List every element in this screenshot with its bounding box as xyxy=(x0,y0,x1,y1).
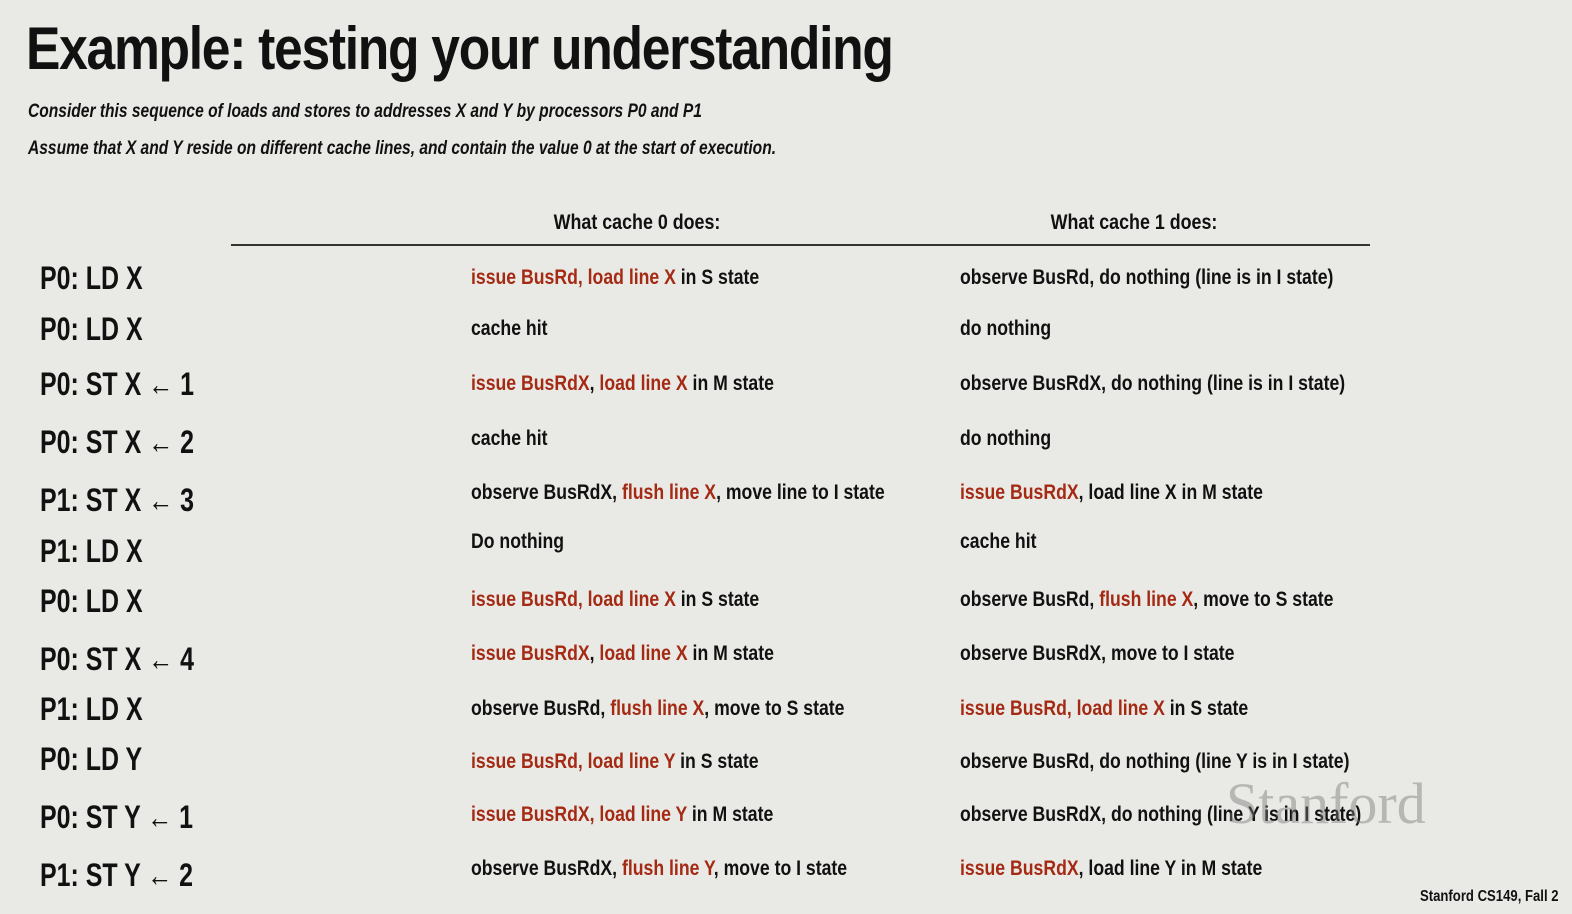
text-segment: Do nothing xyxy=(471,530,565,553)
cache0-action: cache hit xyxy=(471,317,547,341)
text-segment: in S state xyxy=(1164,697,1249,720)
cache1-column-header: What cache 1 does: xyxy=(1050,211,1218,234)
operation-label: P0: LD X xyxy=(40,583,143,619)
highlighted-text: load line X xyxy=(599,642,688,665)
highlighted-text: issue BusRdX xyxy=(960,857,1079,880)
cache0-action: observe BusRdX, flush line Y, move to I … xyxy=(471,857,847,881)
cache0-action: issue BusRd, load line Y in S state xyxy=(471,750,759,774)
text-segment: observe BusRdX, xyxy=(471,481,622,504)
cache1-action: observe BusRdX, move to I state xyxy=(960,642,1234,666)
header-divider xyxy=(231,244,1370,246)
text-segment: observe BusRd, do nothing (line is in I … xyxy=(960,266,1334,289)
text-segment: do nothing xyxy=(960,317,1052,340)
text-segment: observe BusRdX, do nothing (line is in I… xyxy=(960,372,1346,395)
operation-label: P0: ST Y ← 1 xyxy=(40,799,194,835)
cache0-column-header: What cache 0 does: xyxy=(553,211,721,234)
text-segment: observe BusRdX, move to I state xyxy=(960,642,1235,665)
text-segment: in S state xyxy=(675,588,760,611)
table-row: P1: ST X ← 3 observe BusRdX, flush line X… xyxy=(0,481,1572,522)
text-segment: in M state xyxy=(686,803,774,826)
table-row: P0: LD X issue BusRd, load line X in S st… xyxy=(0,583,1572,623)
operation-label: P0: LD X xyxy=(40,260,143,296)
cache1-action: issue BusRdX, load line X in M state xyxy=(960,481,1263,505)
cache0-action: observe BusRdX, flush line X, move line … xyxy=(471,481,885,505)
table-row: P1: LD X observe BusRd, flush line X, mov… xyxy=(0,691,1572,731)
text-segment: in M state xyxy=(687,642,774,665)
cache0-action: issue BusRdX, load line X in M state xyxy=(471,642,774,666)
table-row: P0: LD X cache hit do nothing xyxy=(0,311,1572,351)
table-row: P1: LD X Do nothing cache hit xyxy=(0,530,1572,573)
operation-label: P0: ST X ← 4 xyxy=(40,641,194,677)
highlighted-text: issue BusRd, load line Y xyxy=(471,750,676,773)
cache0-action: issue BusRd, load line X in S state xyxy=(471,588,759,612)
text-segment: cache hit xyxy=(960,530,1037,553)
text-segment: , xyxy=(589,372,600,395)
slide-title: Example: testing your understanding xyxy=(26,15,894,82)
operation-label: P0: ST X ← 2 xyxy=(40,424,194,460)
highlighted-text: issue BusRdX xyxy=(960,481,1079,504)
highlighted-text: flush line X xyxy=(621,481,717,504)
table-row: P0: ST X ← 2 cache hit do nothing xyxy=(0,424,1572,464)
text-segment: do nothing xyxy=(960,427,1052,450)
operation-label: P1: ST X ← 3 xyxy=(40,482,194,518)
text-segment: cache hit xyxy=(471,427,548,450)
cache1-action: do nothing xyxy=(960,427,1051,451)
highlighted-text: issue BusRdX xyxy=(471,372,590,395)
cache0-action: Do nothing xyxy=(471,530,564,554)
text-segment: cache hit xyxy=(471,317,548,340)
cache0-action: cache hit xyxy=(471,427,547,451)
highlighted-text: flush line Y xyxy=(621,857,714,880)
cache1-action: do nothing xyxy=(960,317,1051,341)
text-segment: observe BusRd, xyxy=(471,697,611,720)
text-segment: , load line X in M state xyxy=(1078,481,1263,504)
text-segment: in S state xyxy=(675,750,759,773)
cache1-action: issue BusRd, load line X in S state xyxy=(960,697,1248,721)
subtitle-line-1: Consider this sequence of loads and stor… xyxy=(28,101,702,122)
highlighted-text: issue BusRdX, load line Y xyxy=(471,803,687,826)
operation-label: P1: LD X xyxy=(40,533,143,569)
text-segment: , move to I state xyxy=(713,857,848,880)
operation-label: P0: LD Y xyxy=(40,741,143,777)
text-segment: , xyxy=(589,642,600,665)
cache1-action: issue BusRdX, load line Y in M state xyxy=(960,857,1262,881)
cache1-action: observe BusRd, do nothing (line is in I … xyxy=(960,266,1333,290)
text-segment: in S state xyxy=(675,266,760,289)
cache0-action: issue BusRdX, load line X in M state xyxy=(471,372,774,396)
operation-label: P1: ST Y ← 2 xyxy=(40,857,194,893)
cache0-action: observe BusRd, flush line X, move to S s… xyxy=(471,697,844,721)
cache1-action: observe BusRd, flush line X, move to S s… xyxy=(960,588,1333,612)
cache1-action: observe BusRdX, do nothing (line is in I… xyxy=(960,372,1345,396)
highlighted-text: flush line X xyxy=(1099,588,1194,611)
operation-label: P0: LD X xyxy=(40,311,143,347)
footer-course-label: Stanford CS149, Fall 2 xyxy=(1420,888,1559,905)
table-row: P1: ST Y ← 2 observe BusRdX, flush line Y… xyxy=(0,857,1572,897)
text-segment: observe BusRdX, xyxy=(471,857,622,880)
text-segment: , move to S state xyxy=(704,697,845,720)
text-segment: observe BusRd, xyxy=(960,588,1100,611)
text-segment: , move line to I state xyxy=(716,481,885,504)
table-row: P0: ST X ← 4 issue BusRdX, load line X in… xyxy=(0,641,1572,681)
cache1-action: cache hit xyxy=(960,530,1036,554)
operation-label: P0: ST X ← 1 xyxy=(40,366,194,402)
text-segment: in M state xyxy=(687,372,774,395)
text-segment: , load line Y in M state xyxy=(1078,857,1263,880)
stanford-logo-watermark: Stanford xyxy=(1226,771,1426,836)
operation-label: P1: LD X xyxy=(40,691,143,727)
cache0-action: issue BusRd, load line X in S state xyxy=(471,266,759,290)
highlighted-text: issue BusRd, load line X xyxy=(960,697,1165,720)
text-segment: , move to S state xyxy=(1193,588,1334,611)
table-row: P0: LD X issue BusRd, load line X in S st… xyxy=(0,260,1572,300)
subtitle-line-2: Assume that X and Y reside on different … xyxy=(28,138,777,159)
table-row: P0: ST X ← 1 issue BusRdX, load line X in… xyxy=(0,366,1572,406)
highlighted-text: issue BusRd, load line X xyxy=(471,588,676,611)
highlighted-text: load line X xyxy=(599,372,688,395)
highlighted-text: issue BusRd, load line X xyxy=(471,266,676,289)
highlighted-text: flush line X xyxy=(610,697,705,720)
cache0-action: issue BusRdX, load line Y in M state xyxy=(471,803,773,827)
highlighted-text: issue BusRdX xyxy=(471,642,590,665)
